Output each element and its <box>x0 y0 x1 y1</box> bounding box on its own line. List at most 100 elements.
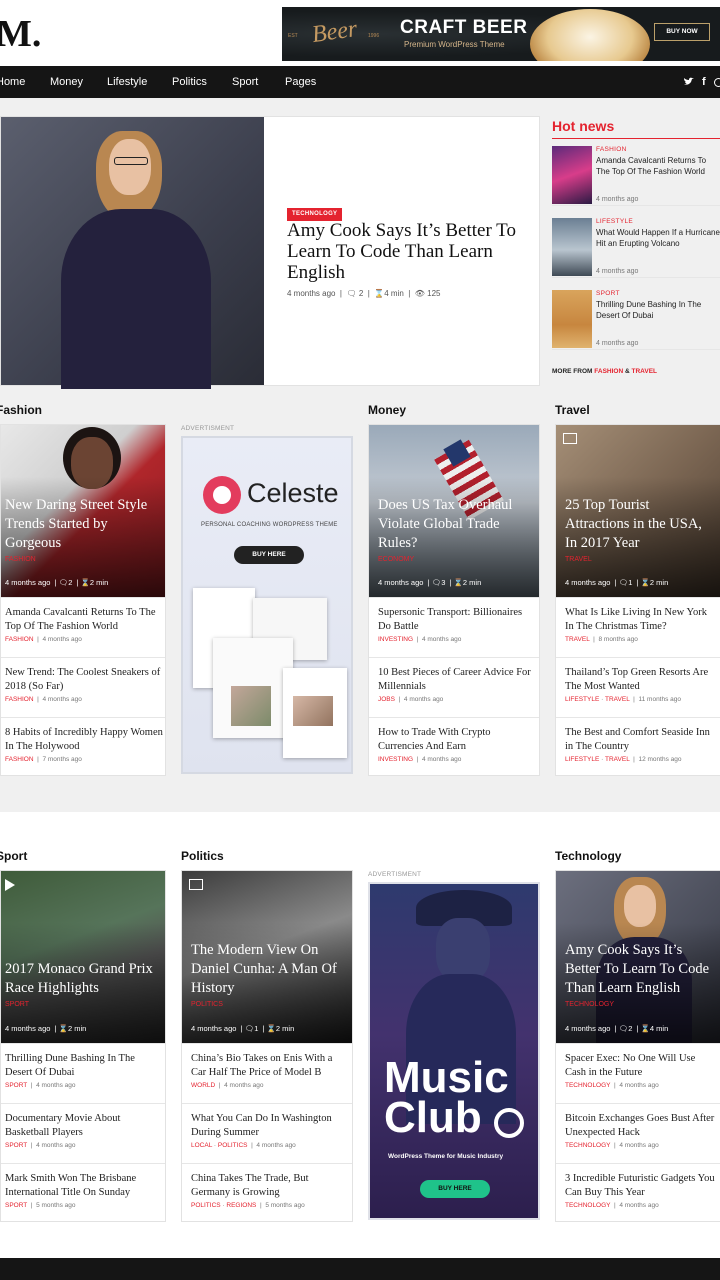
list-item[interactable]: What You Can Do In Washington During Sum… <box>182 1103 352 1163</box>
list-item[interactable]: China’s Bio Takes on Enis With a Car Hal… <box>182 1043 352 1103</box>
list-item-category[interactable]: INVESTING <box>378 756 413 763</box>
section-title-technology[interactable]: Technology <box>555 849 621 863</box>
section-title-politics[interactable]: Politics <box>181 849 224 863</box>
list-item-category[interactable]: TECHNOLOGY <box>565 1082 610 1089</box>
list-item-title[interactable]: Thrilling Dune Bashing In The Desert Of … <box>5 1052 163 1080</box>
list-item-category[interactable]: TRAVEL <box>605 756 630 763</box>
list-item[interactable]: Documentary Movie About Basketball Playe… <box>1 1103 165 1163</box>
craft-beer-banner-ad[interactable]: EST Beer 1996 CRAFT BEER Premium WordPre… <box>282 7 720 61</box>
music-buy-button[interactable]: BUY HERE <box>420 1180 490 1198</box>
list-item-category[interactable]: SPORT <box>5 1202 27 1209</box>
hot-news-item-title[interactable]: What Would Happen If a Hurricane Hit an … <box>596 227 720 249</box>
list-item[interactable]: 8 Habits of Incredibly Happy Women In Th… <box>1 717 165 777</box>
ad-buy-now-button[interactable]: BUY NOW <box>654 23 710 41</box>
list-item-title[interactable]: Bitcoin Exchanges Goes Bust After Unexpe… <box>565 1112 717 1140</box>
featured-post[interactable]: TECHNOLOGY Amy Cook Says It’s Better To … <box>0 116 540 389</box>
list-item[interactable]: Supersonic Transport: Billionaires Do Ba… <box>369 597 539 657</box>
list-item[interactable]: Amanda Cavalcanti Returns To The Top Of … <box>1 597 165 657</box>
list-item-title[interactable]: New Trend: The Coolest Sneakers of 2018 … <box>5 666 163 694</box>
list-item[interactable]: Spacer Exec: No One Will Use Cash in the… <box>556 1043 720 1103</box>
hot-news-item-title[interactable]: Thrilling Dune Bashing In The Desert Of … <box>596 299 720 321</box>
section-title-money[interactable]: Money <box>368 403 406 417</box>
list-item-category[interactable]: TECHNOLOGY <box>565 1202 610 1209</box>
sport-main-image[interactable]: 2017 Monaco Grand Prix Race Highlights S… <box>1 871 165 1043</box>
list-item-title[interactable]: What You Can Do In Washington During Sum… <box>191 1112 349 1140</box>
nav-item-politics[interactable]: Politics <box>172 66 207 98</box>
list-item-category[interactable]: TECHNOLOGY <box>565 1142 610 1149</box>
site-logo[interactable]: M. <box>0 12 41 56</box>
list-item[interactable]: Bitcoin Exchanges Goes Bust After Unexpe… <box>556 1103 720 1163</box>
sport-main-category[interactable]: SPORT <box>5 1001 29 1008</box>
technology-main-title[interactable]: Amy Cook Says It’s Better To Learn To Co… <box>565 941 717 998</box>
celeste-ad[interactable]: Celeste PERSONAL COACHING WORDPRESS THEM… <box>181 436 353 774</box>
section-title-fashion[interactable]: Fashion <box>0 403 42 417</box>
hot-news-category[interactable]: FASHION <box>596 146 720 153</box>
money-main-title[interactable]: Does US Tax Overhaul Violate Global Trad… <box>378 496 534 553</box>
list-item[interactable]: Thailand’s Top Green Resorts Are The Mos… <box>556 657 720 717</box>
list-item-category[interactable]: TRAVEL <box>605 696 630 703</box>
list-item[interactable]: New Trend: The Coolest Sneakers of 2018 … <box>1 657 165 717</box>
fashion-main-image[interactable]: New Daring Street Style Trends Started b… <box>1 425 165 597</box>
list-item-title[interactable]: 8 Habits of Incredibly Happy Women In Th… <box>5 726 163 754</box>
hot-news-item[interactable]: LIFESTYLE What Would Happen If a Hurrica… <box>552 212 720 278</box>
section-title-sport[interactable]: Sport <box>0 849 27 863</box>
list-item-title[interactable]: 3 Incredible Futuristic Gadgets You Can … <box>565 1172 717 1200</box>
more-from-travel-link[interactable]: TRAVEL <box>632 368 658 375</box>
list-item-title[interactable]: Supersonic Transport: Billionaires Do Ba… <box>378 606 536 634</box>
list-item-category[interactable]: FASHION <box>5 696 34 703</box>
list-item-title[interactable]: The Best and Comfort Seaside Inn in The … <box>565 726 717 754</box>
list-item[interactable]: The Best and Comfort Seaside Inn in The … <box>556 717 720 777</box>
hot-news-item[interactable]: SPORT Thrilling Dune Bashing In The Dese… <box>552 284 720 350</box>
other-icon[interactable] <box>714 78 720 87</box>
list-item-category[interactable]: POLITICS <box>191 1202 221 1209</box>
list-item-title[interactable]: Spacer Exec: No One Will Use Cash in the… <box>565 1052 717 1080</box>
list-item-category[interactable]: FASHION <box>5 636 34 643</box>
hot-news-thumb[interactable] <box>552 146 592 204</box>
nav-item-lifestyle[interactable]: Lifestyle <box>107 66 147 98</box>
list-item-category[interactable]: LIFESTYLE <box>565 756 599 763</box>
hot-news-category[interactable]: SPORT <box>596 290 720 297</box>
list-item-title[interactable]: Documentary Movie About Basketball Playe… <box>5 1112 163 1140</box>
politics-main-image[interactable]: The Modern View On Daniel Cunha: A Man O… <box>182 871 352 1043</box>
hot-news-item-title[interactable]: Amanda Cavalcanti Returns To The Top Of … <box>596 155 720 177</box>
nav-item-money[interactable]: Money <box>50 66 83 98</box>
list-item-title[interactable]: Thailand’s Top Green Resorts Are The Mos… <box>565 666 717 694</box>
list-item[interactable]: 3 Incredible Futuristic Gadgets You Can … <box>556 1163 720 1223</box>
nav-item-pages[interactable]: Pages <box>285 66 316 98</box>
fashion-main-category[interactable]: FASHION <box>5 556 36 563</box>
nav-item-sport[interactable]: Sport <box>232 66 258 98</box>
list-item-category[interactable]: FASHION <box>5 756 34 763</box>
list-item[interactable]: Thrilling Dune Bashing In The Desert Of … <box>1 1043 165 1103</box>
list-item-category[interactable]: TRAVEL <box>565 636 590 643</box>
list-item-category[interactable]: WORLD <box>191 1082 215 1089</box>
featured-image[interactable] <box>1 117 264 389</box>
list-item-category[interactable]: POLITICS <box>218 1142 248 1149</box>
technology-main-image[interactable]: Amy Cook Says It’s Better To Learn To Co… <box>556 871 720 1043</box>
travel-main-image[interactable]: 25 Top Tourist Attractions in the USA, I… <box>556 425 720 597</box>
list-item-title[interactable]: 10 Best Pieces of Career Advice For Mill… <box>378 666 536 694</box>
hot-news-category[interactable]: LIFESTYLE <box>596 218 720 225</box>
featured-title[interactable]: Amy Cook Says It’s Better To Learn To Co… <box>287 220 517 283</box>
sport-main-title[interactable]: 2017 Monaco Grand Prix Race Highlights <box>5 960 163 998</box>
politics-main-category[interactable]: POLITICS <box>191 1001 223 1008</box>
list-item-category[interactable]: SPORT <box>5 1142 27 1149</box>
technology-main-category[interactable]: TECHNOLOGY <box>565 1001 614 1008</box>
list-item[interactable]: What Is Like Living In New York In The C… <box>556 597 720 657</box>
list-item-title[interactable]: China Takes The Trade, But Germany is Gr… <box>191 1172 349 1200</box>
list-item-category[interactable]: INVESTING <box>378 636 413 643</box>
list-item-title[interactable]: China’s Bio Takes on Enis With a Car Hal… <box>191 1052 349 1080</box>
list-item-category[interactable]: SPORT <box>5 1082 27 1089</box>
more-from-fashion-link[interactable]: FASHION <box>594 368 623 375</box>
twitter-icon[interactable] <box>684 66 694 98</box>
music-club-ad[interactable]: Music Club WordPress Theme for Music Ind… <box>368 882 540 1220</box>
list-item-title[interactable]: What Is Like Living In New York In The C… <box>565 606 717 634</box>
money-main-image[interactable]: Does US Tax Overhaul Violate Global Trad… <box>369 425 539 597</box>
list-item[interactable]: 10 Best Pieces of Career Advice For Mill… <box>369 657 539 717</box>
facebook-icon[interactable]: f <box>702 66 706 98</box>
politics-main-title[interactable]: The Modern View On Daniel Cunha: A Man O… <box>191 941 349 998</box>
list-item-category[interactable]: LOCAL <box>191 1142 212 1149</box>
money-main-category[interactable]: ECONOMY <box>378 556 414 563</box>
list-item[interactable]: China Takes The Trade, But Germany is Gr… <box>182 1163 352 1223</box>
nav-item-home[interactable]: Home <box>0 66 25 98</box>
travel-main-category[interactable]: TRAVEL <box>565 556 592 563</box>
